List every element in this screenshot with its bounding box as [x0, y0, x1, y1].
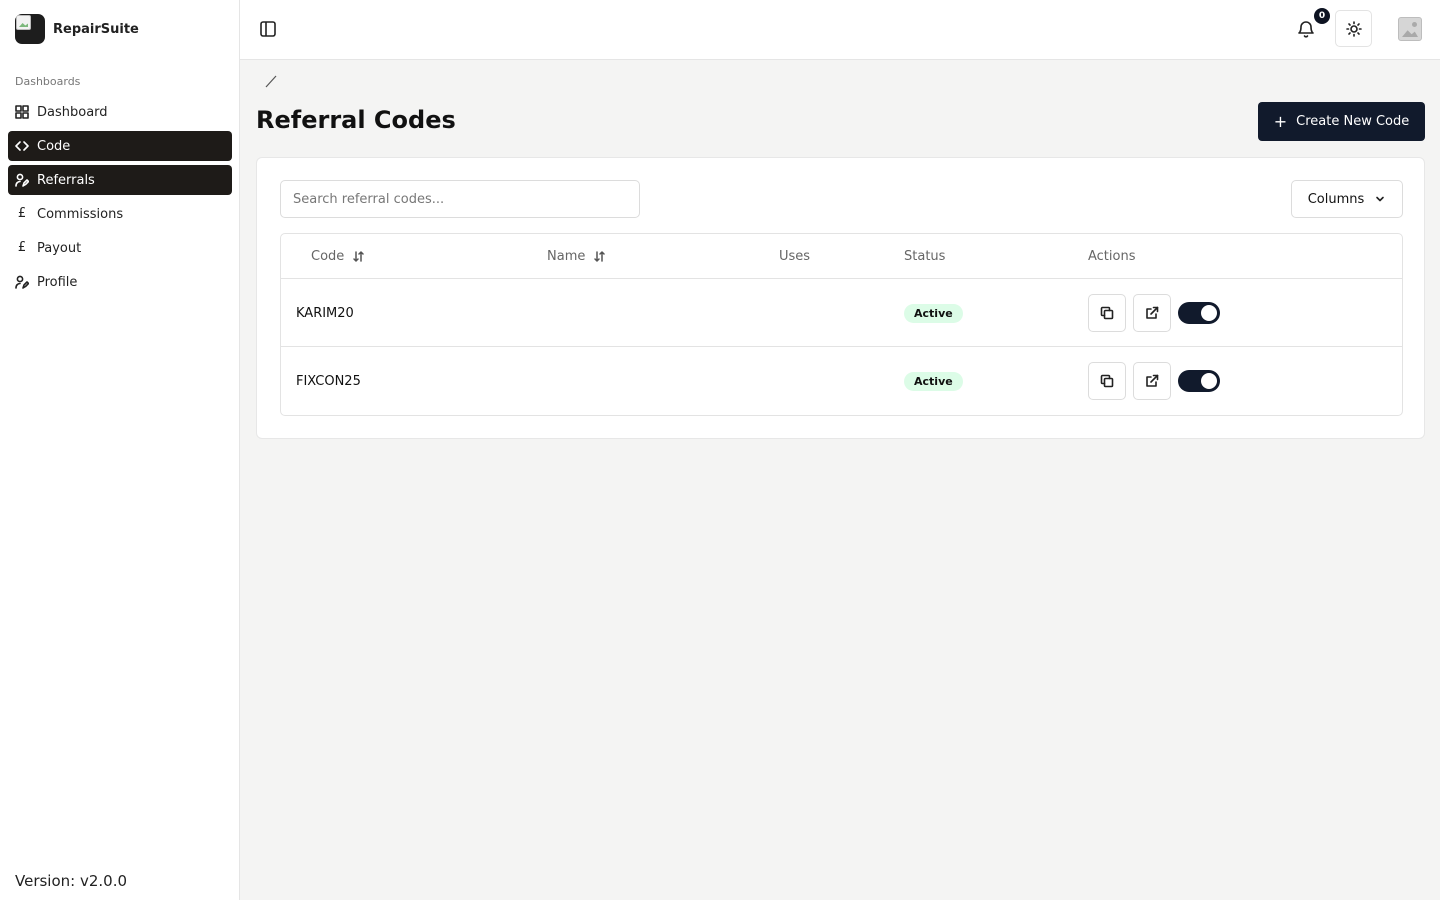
sidebar-item-label: Dashboard — [37, 104, 108, 120]
column-header-label: Status — [904, 249, 946, 264]
referral-codes-card: Columns Code Name Uses Status Actions — [256, 157, 1425, 439]
pound-icon: £ — [17, 206, 27, 221]
notification-count-badge: 0 — [1314, 8, 1330, 24]
column-header-label: Uses — [779, 249, 811, 264]
copy-code-button[interactable] — [1088, 294, 1126, 332]
external-link-icon — [1146, 306, 1159, 319]
app-version: Version: v2.0.0 — [15, 872, 128, 890]
code-icon — [15, 139, 29, 153]
page-title: Referral Codes — [256, 106, 456, 134]
sidebar-item-commissions[interactable]: £ Commissions — [8, 199, 232, 229]
sidebar-item-dashboard[interactable]: Dashboard — [8, 97, 232, 127]
bell-icon[interactable] — [1296, 19, 1316, 39]
sidebar-section-label: Dashboards — [15, 75, 81, 88]
sun-icon — [1345, 20, 1362, 37]
column-header-actions: Actions — [1088, 234, 1136, 279]
chevron-down-icon — [1376, 196, 1385, 202]
search-input[interactable] — [280, 180, 640, 218]
brand-logo-icon — [15, 14, 45, 44]
sidebar-nav: Dashboard Code Referrals £ Commissions £… — [8, 97, 232, 301]
dashboard-grid-icon — [15, 105, 29, 119]
toggle-knob — [1201, 305, 1217, 321]
open-link-button[interactable] — [1133, 294, 1171, 332]
create-new-code-label: Create New Code — [1296, 114, 1410, 129]
create-new-code-button[interactable]: + Create New Code — [1258, 102, 1425, 141]
status-badge: Active — [904, 303, 963, 323]
column-header-status: Status — [904, 234, 945, 279]
columns-button[interactable]: Columns — [1291, 180, 1403, 218]
avatar-image-icon[interactable] — [1398, 17, 1422, 41]
sidebar-item-label: Referrals — [37, 172, 95, 188]
breadcrumb-separator-icon — [265, 75, 277, 88]
sidebar-item-label: Payout — [37, 240, 82, 256]
columns-button-label: Columns — [1307, 191, 1365, 207]
user-pen-icon — [15, 173, 29, 187]
column-header-name[interactable]: Name — [547, 234, 606, 279]
column-header-label: Actions — [1088, 249, 1136, 264]
referral-codes-table: Code Name Uses Status Actions KARIM20 Ac… — [280, 233, 1403, 416]
sidebar-item-code[interactable]: Code — [8, 131, 232, 161]
breadcrumb — [263, 73, 279, 89]
pound-icon: £ — [17, 240, 27, 255]
status-cell: Active — [904, 347, 963, 415]
sidebar-item-label: Commissions — [37, 206, 124, 222]
panel-left-icon[interactable] — [259, 20, 277, 38]
status-cell: Active — [904, 279, 963, 347]
table-header: Code Name Uses Status Actions — [281, 234, 1402, 279]
active-toggle-switch[interactable] — [1178, 302, 1220, 324]
status-badge: Active — [904, 371, 963, 391]
user-pen-icon — [15, 275, 29, 289]
table-row: FIXCON25 Active — [281, 347, 1402, 415]
plus-icon: + — [1273, 111, 1288, 131]
sidebar-item-label: Profile — [37, 274, 78, 290]
sidebar-item-payout[interactable]: £ Payout — [8, 233, 232, 263]
topbar: 0 — [240, 0, 1440, 60]
code-cell: KARIM20 — [296, 305, 354, 321]
active-toggle-switch[interactable] — [1178, 370, 1220, 392]
copy-icon — [1100, 374, 1114, 388]
sort-icon — [353, 251, 365, 262]
brand[interactable]: RepairSuite — [15, 14, 139, 44]
copy-code-button[interactable] — [1088, 362, 1126, 400]
column-header-label: Code — [311, 249, 345, 264]
sidebar-item-profile[interactable]: Profile — [8, 267, 232, 297]
open-link-button[interactable] — [1133, 362, 1171, 400]
column-header-code[interactable]: Code — [311, 234, 365, 279]
column-header-label: Name — [547, 249, 586, 264]
external-link-icon — [1146, 374, 1159, 387]
brand-name: RepairSuite — [53, 21, 139, 37]
toggle-knob — [1201, 373, 1217, 389]
sidebar: RepairSuite Dashboards Dashboard Code Re… — [0, 0, 240, 900]
sidebar-item-referrals[interactable]: Referrals — [8, 165, 232, 195]
copy-icon — [1100, 306, 1114, 320]
sidebar-item-label: Code — [37, 138, 71, 154]
column-header-uses: Uses — [779, 234, 810, 279]
sort-icon — [594, 251, 606, 262]
code-cell: FIXCON25 — [296, 373, 361, 389]
theme-toggle-button[interactable] — [1335, 10, 1372, 47]
table-row: KARIM20 Active — [281, 279, 1402, 347]
